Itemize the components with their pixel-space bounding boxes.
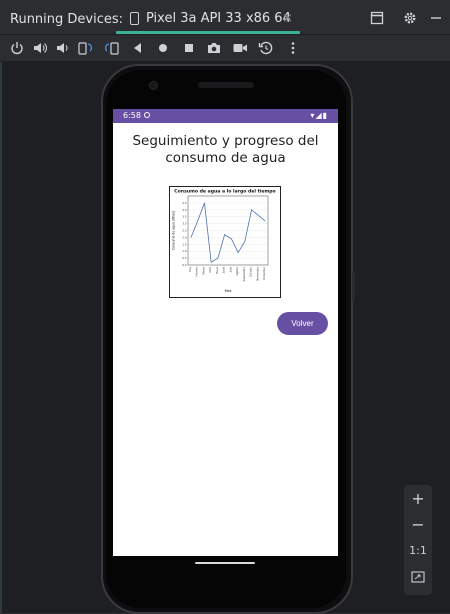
front-camera — [149, 81, 158, 90]
status-time: 6:58 — [123, 111, 141, 120]
actual-size-button[interactable]: 1:1 — [404, 544, 432, 557]
snapshot-icon[interactable] — [258, 40, 274, 56]
screen-record-icon[interactable] — [232, 40, 248, 56]
data-point — [244, 241, 246, 242]
x-tick-label: Diciembre — [262, 267, 266, 280]
y-tick-label: 4.0 — [182, 208, 186, 212]
volume-up-icon[interactable] — [32, 40, 48, 56]
data-point — [204, 202, 205, 204]
x-tick-label: Abril — [208, 267, 212, 273]
overview-icon[interactable] — [181, 40, 197, 56]
data-point — [237, 252, 239, 253]
restore-layout-icon[interactable] — [370, 11, 384, 25]
notification-icon — [144, 112, 150, 118]
more-icon[interactable] — [285, 40, 301, 56]
chart-title: Consumo de agua a lo largo del tiempo — [174, 189, 275, 195]
y-axis-label: Consumo de agua (litros) — [172, 211, 176, 250]
device-toolbar — [0, 35, 450, 61]
status-bar: 6:58 ▾◢▮ — [113, 109, 338, 123]
water-consumption-chart: Consumo de agua a lo largo del tiempo 0.0… — [169, 186, 281, 298]
x-tick-label: Octubre — [249, 267, 253, 277]
data-point — [264, 220, 266, 222]
gesture-bar[interactable] — [195, 562, 255, 564]
phone-icon — [130, 12, 139, 25]
x-tick-label: Febrero — [195, 267, 199, 277]
power-icon[interactable] — [9, 40, 25, 56]
data-point — [197, 220, 199, 222]
fit-screen-icon[interactable] — [411, 571, 425, 583]
active-tab-indicator — [116, 31, 300, 34]
tool-window-title: Running Devices: — [10, 12, 124, 27]
x-axis-label: Mes — [225, 289, 232, 293]
tab-close-icon[interactable]: × — [282, 11, 293, 26]
zoom-in-button[interactable]: + — [404, 489, 432, 508]
y-tick-label: 1.5 — [182, 242, 186, 246]
data-point — [210, 261, 212, 263]
data-point — [217, 257, 219, 259]
y-tick-label: 3.0 — [182, 222, 186, 226]
x-tick-label: Septiembre — [242, 267, 246, 282]
x-tick-label: Junio — [222, 267, 226, 275]
x-tick-label: Agosto — [235, 267, 239, 276]
data-point — [251, 209, 252, 211]
device-screen[interactable]: 6:58 ▾◢▮ Seguimiento y progreso del cons… — [113, 109, 338, 556]
data-point — [190, 237, 192, 238]
zoom-controls: + − 1:1 — [404, 485, 432, 595]
tool-window-header: Running Devices: Pixel 3a API 33 x86 64 … — [0, 0, 450, 35]
back-button[interactable]: Volver — [277, 312, 328, 335]
y-tick-label: 3.5 — [182, 215, 186, 219]
page-title: Seguimiento y progreso del consumo de ag… — [132, 133, 319, 166]
chart-svg: Consumo de agua a lo largo del tiempo 0.0… — [172, 189, 276, 294]
screenshot-icon[interactable] — [206, 40, 222, 56]
x-tick-label: Mayo — [215, 267, 219, 274]
y-tick-label: 4.5 — [182, 201, 186, 205]
device-tab-label: Pixel 3a API 33 x86 64 — [146, 11, 291, 26]
y-tick-label: 1.0 — [182, 249, 186, 253]
side-button[interactable] — [352, 272, 355, 300]
back-icon[interactable] — [130, 40, 146, 56]
home-icon[interactable] — [155, 40, 171, 56]
zoom-out-button[interactable]: − — [404, 515, 432, 534]
x-tick-label: Ene — [188, 267, 192, 272]
y-tick-label: 0.0 — [182, 263, 186, 267]
data-point — [231, 238, 232, 240]
earpiece-speaker — [198, 82, 254, 88]
y-tick-label: 2.0 — [182, 235, 186, 239]
gear-icon[interactable] — [403, 11, 417, 25]
x-tick-label: Noviembre — [255, 267, 259, 281]
x-tick-label: Marzo — [201, 267, 205, 275]
series-line — [190, 202, 266, 263]
rotate-right-icon[interactable] — [104, 40, 120, 56]
x-tick-label: Julio — [228, 267, 232, 274]
y-tick-label: 2.5 — [182, 229, 186, 233]
device-tab[interactable]: Pixel 3a API 33 x86 64 × — [122, 6, 298, 34]
panel-edge — [0, 62, 2, 613]
status-icons: ▾◢▮ — [310, 111, 328, 120]
y-tick-label: 0.5 — [182, 256, 186, 260]
data-point — [224, 234, 225, 235]
rotate-left-icon[interactable] — [77, 40, 93, 56]
minimize-icon[interactable] — [429, 11, 443, 25]
data-point — [257, 214, 259, 216]
volume-down-icon[interactable] — [54, 40, 70, 56]
